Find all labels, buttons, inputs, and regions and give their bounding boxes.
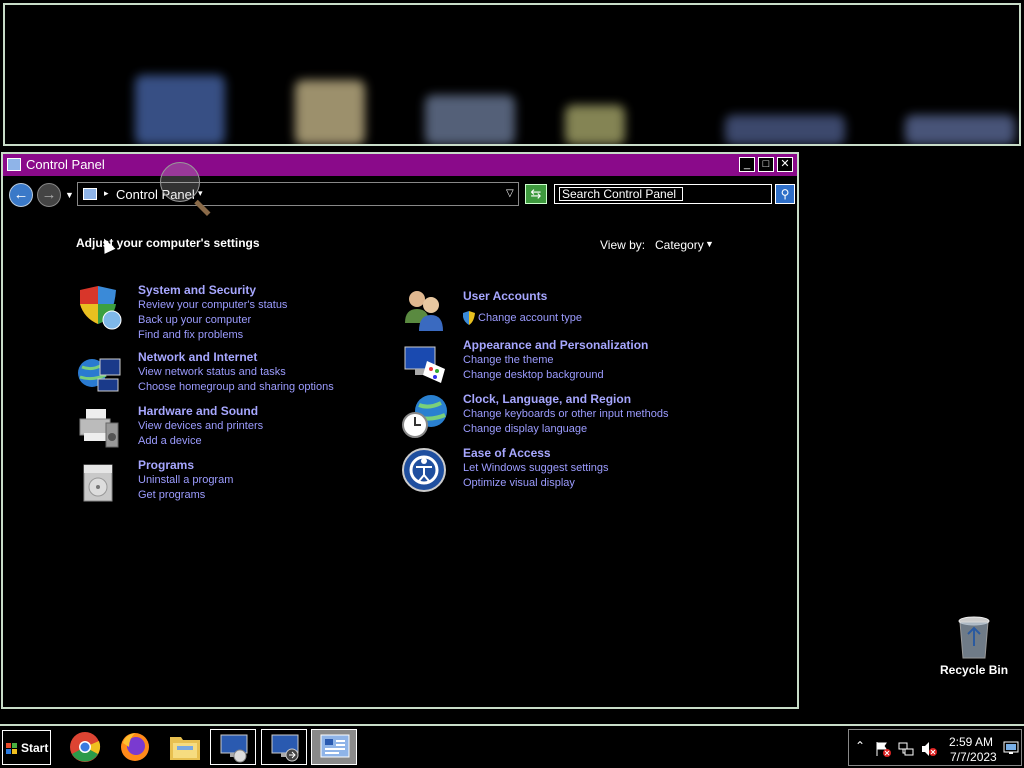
suggest-settings-link[interactable]: Let Windows suggest settings xyxy=(463,462,609,474)
network-and-internet-link[interactable]: Network and Internet xyxy=(138,350,257,364)
file-explorer-taskbar-button[interactable] xyxy=(162,729,208,765)
search-box[interactable] xyxy=(554,184,772,204)
uac-shield-icon xyxy=(463,311,475,325)
uninstall-program-link[interactable]: Uninstall a program xyxy=(138,474,233,486)
address-dropdown-chevron-icon[interactable]: ▽ xyxy=(506,188,514,199)
change-display-language-link[interactable]: Change display language xyxy=(463,423,587,435)
control-panel-taskbar-button[interactable] xyxy=(311,729,357,765)
optimize-visual-link[interactable]: Optimize visual display xyxy=(463,477,575,489)
start-button[interactable]: Start xyxy=(2,730,51,765)
monitor-palette-icon xyxy=(404,346,445,383)
network-connection-taskbar-button[interactable] xyxy=(261,729,307,765)
background-window[interactable] xyxy=(3,3,1021,146)
shield-icon xyxy=(80,286,122,330)
network-status-link[interactable]: View network status and tasks xyxy=(138,366,286,378)
firefox-taskbar-button[interactable] xyxy=(112,729,158,765)
programs-link[interactable]: Programs xyxy=(138,458,194,472)
ease-of-access-link[interactable]: Ease of Access xyxy=(463,446,551,460)
breadcrumb-chevron-down-icon[interactable]: ▾ xyxy=(198,188,203,199)
network-connection-icon xyxy=(271,734,299,762)
review-status-link[interactable]: Review your computer's status xyxy=(138,299,287,311)
address-bar[interactable]: ▸ Control Panel ▾ ▽ xyxy=(77,182,519,206)
refresh-button[interactable]: ⇆ xyxy=(525,184,547,204)
title-bar[interactable]: Control Panel _ □ ✕ xyxy=(3,154,797,176)
notification-area: ⌃ 2:59 AM 7/7/2023 xyxy=(848,729,1022,766)
recycle-bin-icon xyxy=(958,616,990,659)
show-hidden-icons-chevron-up-icon[interactable]: ⌃ xyxy=(855,739,865,753)
minimize-button[interactable]: _ xyxy=(739,157,755,172)
change-keyboards-link[interactable]: Change keyboards or other input methods xyxy=(463,408,668,420)
devices-printers-link[interactable]: View devices and printers xyxy=(138,420,263,432)
view-by-label: View by: xyxy=(600,238,646,252)
magnifier-cursor-icon xyxy=(160,162,200,202)
recent-pages-chevron-down-icon[interactable]: ▼ xyxy=(65,190,74,200)
backup-link[interactable]: Back up your computer xyxy=(138,314,251,326)
clock-language-region-link[interactable]: Clock, Language, and Region xyxy=(463,392,631,406)
network-tray-icon[interactable] xyxy=(898,741,914,757)
clock-date[interactable]: 7/7/2023 xyxy=(950,750,997,764)
view-by-chevron-down-icon[interactable]: ▼ xyxy=(705,239,714,249)
chrome-taskbar-button[interactable] xyxy=(62,729,108,765)
users-icon xyxy=(405,291,443,331)
programs-box-icon xyxy=(83,464,113,502)
change-account-type-link[interactable]: Change account type xyxy=(478,312,582,324)
hardware-and-sound-link[interactable]: Hardware and Sound xyxy=(138,404,258,418)
remote-desktop-icon xyxy=(220,734,248,763)
add-device-link[interactable]: Add a device xyxy=(138,435,202,447)
start-label: Start xyxy=(21,741,49,755)
control-panel-window: Control Panel _ □ ✕ ← → ▼ ▸ Control Pane… xyxy=(1,152,799,709)
user-accounts-link[interactable]: User Accounts xyxy=(463,289,547,303)
view-by-dropdown[interactable]: Category xyxy=(655,238,704,252)
search-input[interactable] xyxy=(559,187,683,201)
search-button[interactable]: ⚲ xyxy=(775,184,795,204)
window-title: Control Panel xyxy=(26,157,105,172)
close-button[interactable]: ✕ xyxy=(777,157,793,172)
clock-time[interactable]: 2:59 AM xyxy=(949,735,993,749)
appearance-personalization-link[interactable]: Appearance and Personalization xyxy=(463,338,648,352)
navigation-bar: ← → ▼ ▸ Control Panel ▾ ▽ ⇆ ⚲ xyxy=(3,179,797,211)
chrome-icon xyxy=(70,732,101,762)
recycle-bin-label: Recycle Bin xyxy=(940,663,1009,677)
get-programs-link[interactable]: Get programs xyxy=(138,489,205,501)
network-globe-icon xyxy=(78,358,121,392)
show-desktop-icon[interactable] xyxy=(1003,740,1019,756)
maximize-button[interactable]: □ xyxy=(758,157,774,172)
change-background-link[interactable]: Change desktop background xyxy=(463,369,604,381)
volume-muted-icon[interactable] xyxy=(921,741,937,757)
change-theme-link[interactable]: Change the theme xyxy=(463,354,554,366)
action-center-flag-icon[interactable] xyxy=(875,741,891,757)
firefox-icon xyxy=(121,733,149,761)
find-fix-problems-link[interactable]: Find and fix problems xyxy=(138,329,243,341)
breadcrumb-separator-icon[interactable]: ▸ xyxy=(104,188,109,199)
windows-flag-icon xyxy=(6,743,17,754)
back-button[interactable]: ← xyxy=(9,183,33,207)
ease-of-access-icon xyxy=(402,448,446,492)
taskbar: Start ⌃ 2:59 AM 7/7/2023 xyxy=(0,724,1024,768)
remote-desktop-taskbar-button[interactable] xyxy=(210,729,256,765)
control-panel-icon xyxy=(320,734,350,758)
system-and-security-link[interactable]: System and Security xyxy=(138,283,256,297)
clock-globe-icon xyxy=(402,395,447,438)
control-panel-icon xyxy=(7,158,21,171)
file-explorer-icon xyxy=(170,737,200,760)
printer-speaker-icon xyxy=(79,409,119,448)
control-panel-icon xyxy=(83,188,97,200)
homegroup-link[interactable]: Choose homegroup and sharing options xyxy=(138,381,334,393)
forward-button[interactable]: → xyxy=(37,183,61,207)
